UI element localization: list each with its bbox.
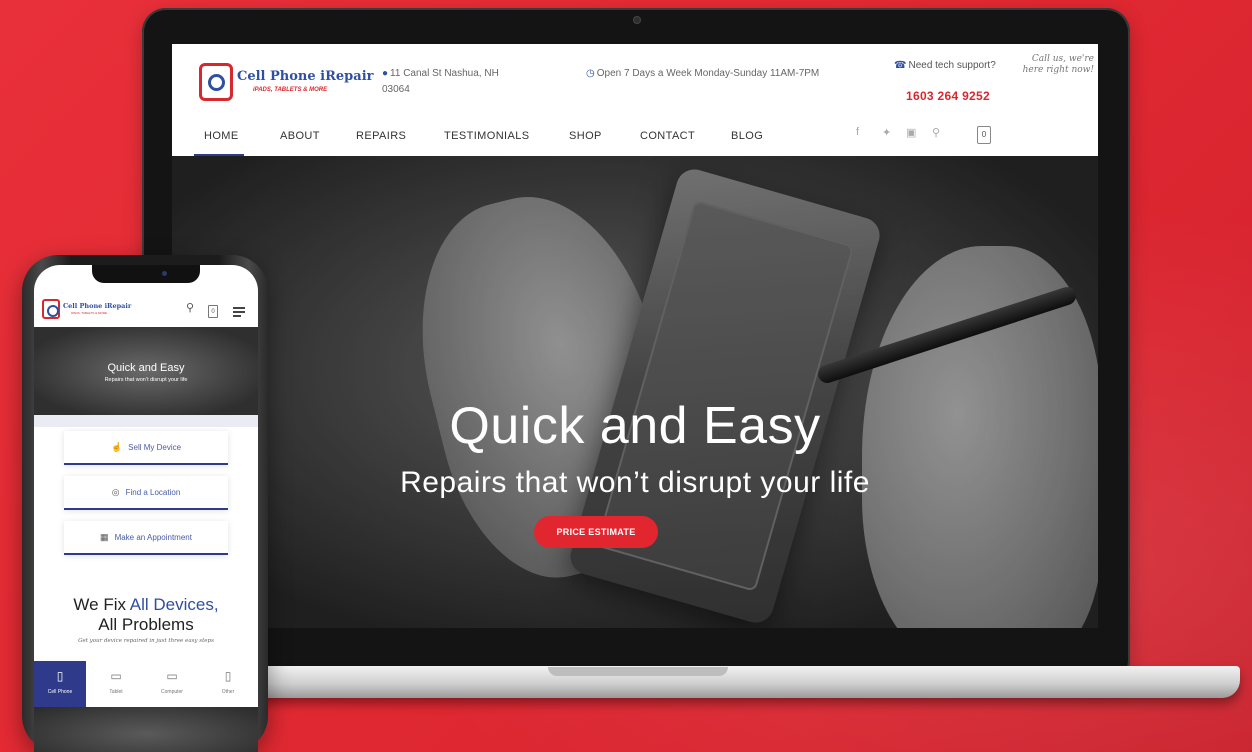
hero-banner: Quick and Easy Repairs that won’t disrup… (172, 156, 1098, 628)
address-text: 11 Canal St Nashua, NH 03064 (382, 68, 499, 95)
hero-title: Quick and Easy (449, 397, 821, 455)
card-label: Make an Appointment (114, 533, 192, 542)
tab-tablet[interactable]: ▭ Tablet (90, 661, 142, 707)
card-label: Find a Location (125, 488, 181, 497)
site-logo[interactable]: Cell Phone iRepair iPADS, TABLETS & MORE (199, 61, 373, 105)
fix-heading-line2: All Problems (98, 615, 194, 634)
hero-overlay (172, 156, 1098, 628)
nav-about[interactable]: ABOUT (280, 130, 320, 156)
device-tabs: ▯ Cell Phone ▭ Tablet ▭ Computer ▯ Other (34, 661, 258, 707)
calendar-icon: ▦ (100, 532, 109, 542)
phone-icon: ☎ (894, 60, 907, 71)
header-hours: ◷ Open 7 Days a Week Monday-Sunday 11AM-7… (586, 66, 826, 82)
phone-strip (34, 415, 258, 427)
header-support: ☎ Need tech support? (894, 58, 1004, 74)
hamburger-menu-icon[interactable] (233, 307, 245, 317)
phone-hero: Quick and Easy Repairs that won’t disrup… (34, 327, 258, 415)
laptop-base-notch (548, 667, 728, 676)
laptop-screen: Cell Phone iRepair iPADS, TABLETS & MORE… (172, 44, 1098, 628)
price-estimate-button[interactable]: PRICE ESTIMATE (534, 516, 658, 548)
tab-computer[interactable]: ▭ Computer (146, 661, 198, 707)
fix-subheading: Get your device repaired in just three e… (78, 638, 214, 644)
phone-logo[interactable]: Cell Phone iRepair iPADS, TABLETS & MORE (42, 299, 142, 319)
map-pin-icon: ● (382, 68, 389, 79)
logo-mark-icon (199, 63, 233, 101)
instagram-icon[interactable]: ▣ (906, 126, 916, 139)
phone-bottom-image (34, 707, 258, 752)
phone-logo-name: Cell Phone iRepair (63, 302, 132, 310)
cart-icon[interactable]: 0 (977, 126, 991, 144)
site-header: Cell Phone iRepair iPADS, TABLETS & MORE… (172, 44, 1098, 156)
make-appointment-button[interactable]: ▦ Make an Appointment (64, 521, 228, 555)
facebook-icon[interactable]: f (856, 126, 859, 138)
twitter-icon[interactable]: ✦ (882, 126, 891, 139)
header-address: ● 11 Canal St Nashua, NH 03064 (382, 66, 522, 98)
tab-label: Cell Phone (47, 689, 73, 695)
logo-name: Cell Phone iRepair (237, 69, 374, 84)
fix-heading-line1: We Fix All Devices, (34, 595, 258, 615)
nav-testimonials[interactable]: TESTIMONIALS (444, 130, 529, 156)
hours-text: Open 7 Days a Week Monday-Sunday 11AM-7P… (596, 68, 820, 79)
watch-icon: ▯ (224, 669, 232, 683)
cell-phone-icon: ▯ (56, 669, 64, 683)
nav-contact[interactable]: CONTACT (640, 130, 695, 156)
header-phone-number[interactable]: 1603 264 9252 (906, 89, 990, 103)
tablet-icon: ▭ (110, 669, 122, 683)
clock-icon: ◷ (586, 68, 595, 79)
phone-header-icons: ⚲ (186, 301, 256, 319)
gear-icon (208, 74, 225, 91)
phone-notch (92, 265, 200, 283)
phone-hero-subtitle: Repairs that won’t disrupt your life (104, 377, 188, 383)
sell-my-device-button[interactable]: ☝ Sell My Device (64, 431, 228, 465)
tab-label: Other (221, 689, 235, 695)
tab-label: Computer (161, 689, 183, 695)
nav-shop[interactable]: SHOP (569, 130, 602, 156)
phone-hero-title: Quick and Easy (107, 362, 185, 374)
fix-highlight: All Devices, (129, 595, 219, 614)
sell-device-icon: ☝ (110, 442, 123, 452)
search-icon[interactable]: ⚲ (186, 301, 194, 314)
nav-repairs[interactable]: REPAIRS (356, 130, 406, 156)
nav-blog[interactable]: BLOG (731, 130, 763, 156)
cart-icon[interactable]: 0 (208, 305, 218, 318)
search-icon[interactable]: ⚲ (932, 126, 940, 139)
tab-other[interactable]: ▯ Other (202, 661, 254, 707)
tab-cell-phone[interactable]: ▯ Cell Phone (34, 661, 86, 707)
tab-label: Tablet (109, 689, 123, 695)
support-text: Need tech support? (908, 60, 996, 71)
phone-screen: Cell Phone iRepair iPADS, TABLETS & MORE… (34, 265, 258, 752)
find-location-button[interactable]: ◎ Find a Location (64, 476, 228, 510)
fix-prefix: We Fix (73, 595, 130, 614)
hero-subtitle: Repairs that won’t disrupt your life (400, 466, 870, 499)
nav-home[interactable]: HOME (194, 130, 244, 156)
logo-mark-icon (42, 299, 60, 319)
card-label: Sell My Device (128, 443, 182, 452)
phone-camera (162, 271, 167, 276)
logo-tagline: iPADS, TABLETS & MORE (253, 87, 328, 93)
call-us-note: Call us, we're here right now! (1022, 54, 1094, 75)
laptop-camera (633, 16, 641, 24)
location-pin-icon: ◎ (111, 487, 120, 497)
computer-icon: ▭ (166, 669, 178, 683)
phone-logo-tagline: iPADS, TABLETS & MORE (71, 311, 108, 315)
